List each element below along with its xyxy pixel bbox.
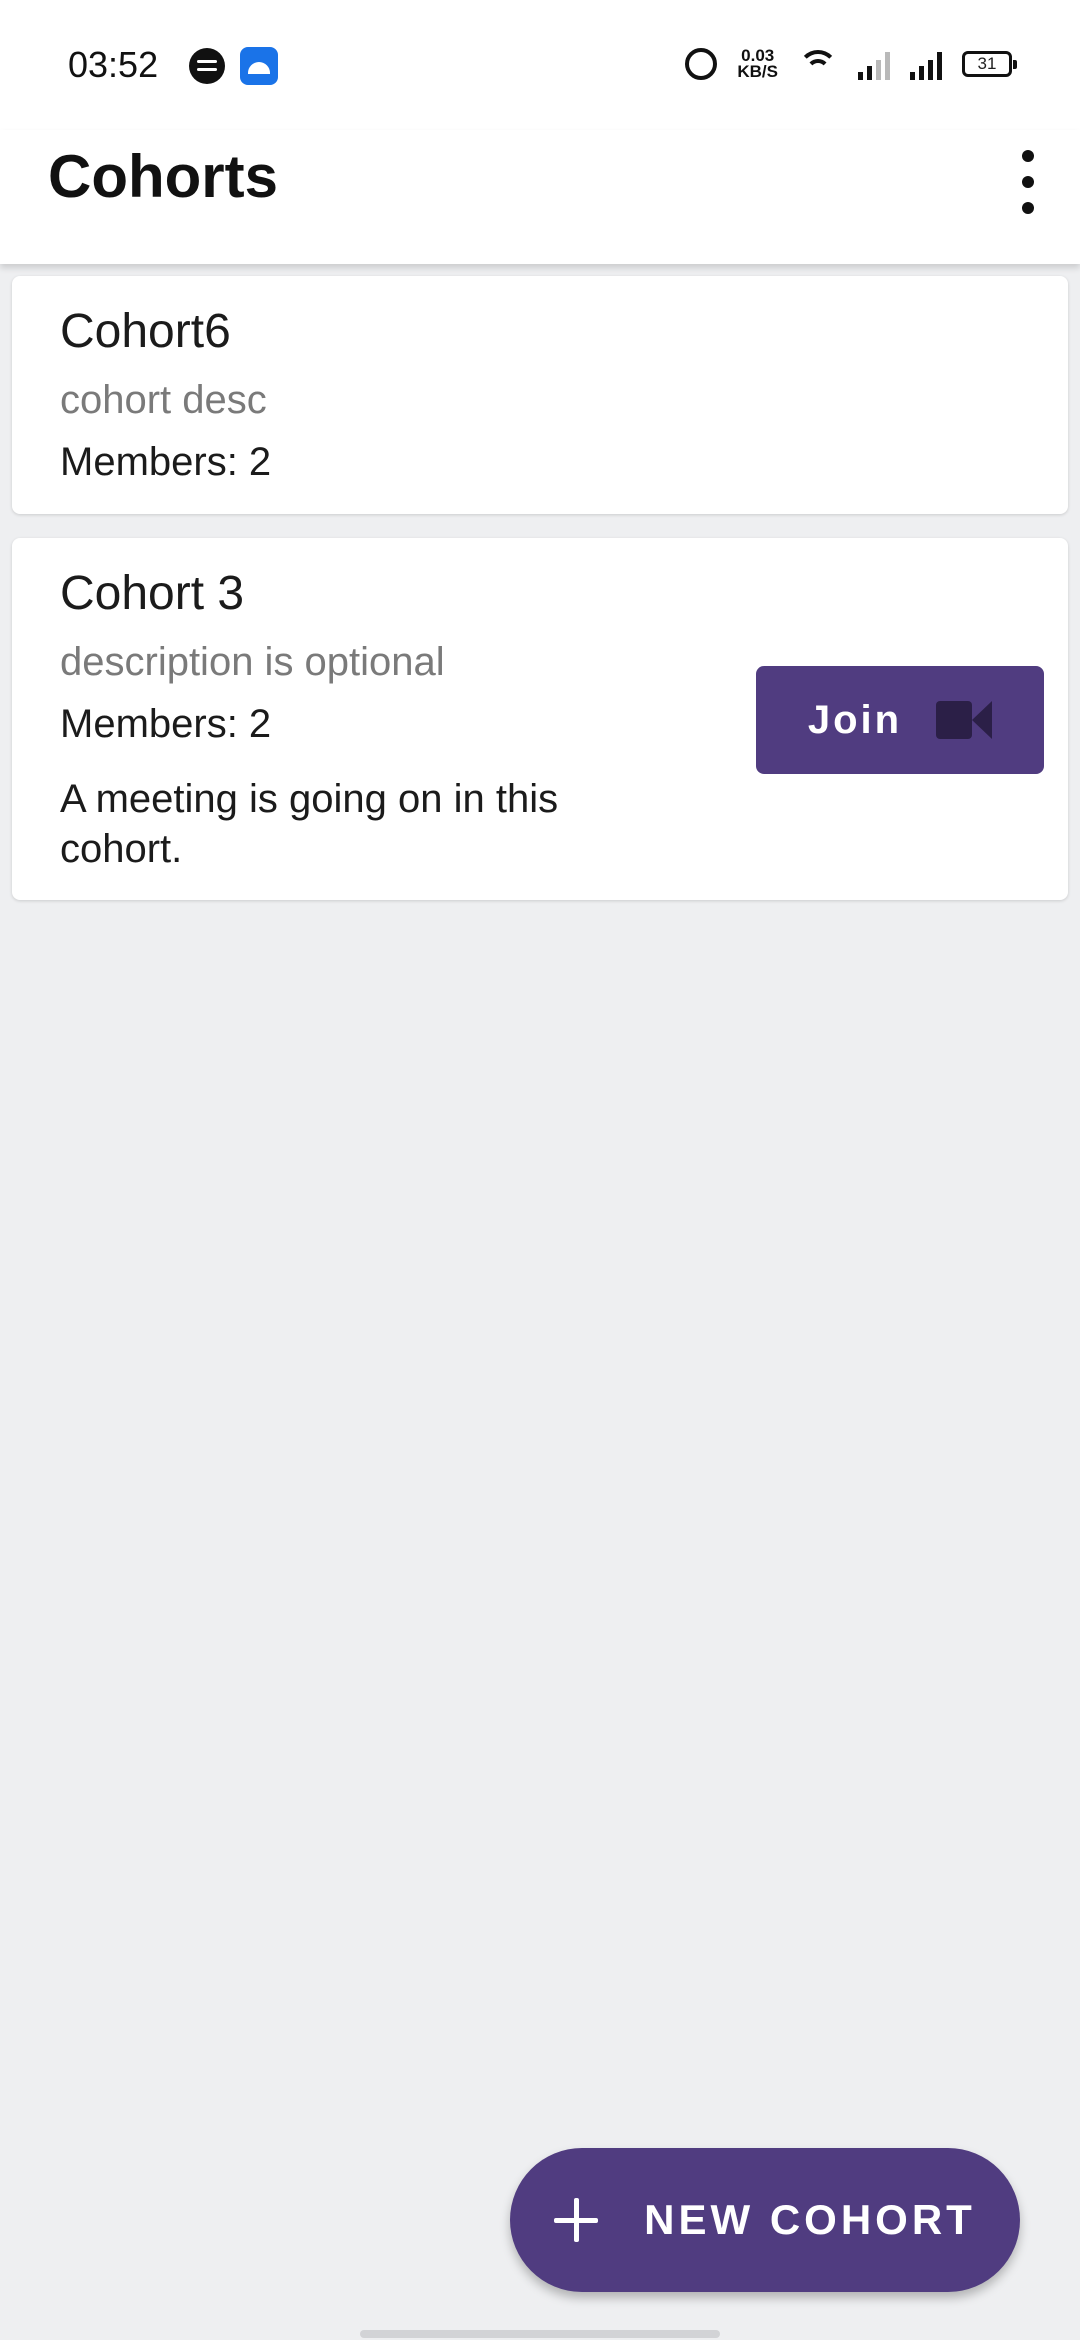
android-notification-icon (240, 47, 278, 85)
cohort-members: Members: 2 (60, 440, 272, 484)
volte-signal-icon (858, 48, 890, 80)
videocam-icon (936, 701, 993, 739)
status-icons: 0.03 KB/S 31 (685, 42, 1017, 86)
network-speed: 0.03 KB/S (737, 47, 778, 81)
gesture-nav-bar[interactable] (360, 2330, 720, 2338)
join-meeting-button[interactable]: Join (756, 666, 1044, 774)
cohort-name: Cohort6 (60, 305, 231, 358)
plus-icon (554, 2198, 599, 2242)
spotify-icon (189, 48, 225, 84)
cohort-members: Members: 2 (60, 702, 272, 746)
alarm-icon (685, 48, 718, 80)
network-speed-unit: KB/S (737, 62, 778, 81)
more-vert-icon[interactable] (1010, 150, 1046, 214)
join-button-label: Join (807, 697, 903, 742)
meeting-status-text: A meeting is going on in this cohort. (60, 777, 559, 871)
cohort-description: description is optional (60, 640, 445, 684)
cohort-card[interactable]: Cohort6 cohort desc Members: 2 (12, 276, 1068, 514)
page-title: Cohorts (48, 143, 278, 210)
wifi-icon (798, 48, 838, 80)
new-cohort-fab[interactable]: NEW COHORT (510, 2148, 1020, 2292)
signal-icon (910, 48, 942, 80)
status-time: 03:52 (68, 44, 159, 85)
cohort-description: cohort desc (60, 378, 267, 422)
cohort-name: Cohort 3 (60, 567, 245, 620)
cohort-card[interactable]: Cohort 3 description is optional Members… (12, 538, 1068, 900)
status-bar: 03:52 0.03 KB/S 31 (0, 0, 1080, 130)
new-cohort-label: NEW COHORT (644, 2196, 976, 2243)
battery-icon: 31 (962, 51, 1017, 77)
